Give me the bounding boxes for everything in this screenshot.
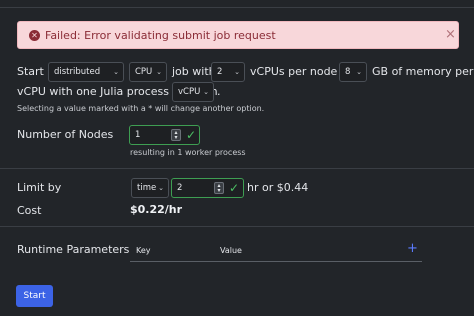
chevron-down-icon: ⌄ xyxy=(113,68,119,76)
memory-select[interactable]: 8 ⌄ xyxy=(339,62,367,82)
limit-input-value: 2 xyxy=(177,183,183,193)
process-unit-value: vCPU xyxy=(178,87,201,97)
spinner-arrows-icon[interactable]: ▴ ▾ xyxy=(214,182,224,194)
device-select[interactable]: CPU ⌄ xyxy=(129,62,167,82)
cost-label: Cost xyxy=(17,204,42,217)
add-parameter-icon[interactable]: + xyxy=(407,241,418,256)
chevron-down-icon: ⌄ xyxy=(234,68,240,76)
limit-suffix: hr or $0.44 xyxy=(247,181,309,194)
alert-message: Failed: Error validating submit job requ… xyxy=(45,29,276,42)
chevron-down-icon: ⌄ xyxy=(203,88,209,96)
cost-value: $0.22/hr xyxy=(130,203,183,216)
nodes-input[interactable]: 1 ▴ ▾ ✓ xyxy=(129,125,200,145)
runtime-label: Runtime Parameters xyxy=(17,243,130,256)
job-with-text: job with xyxy=(172,65,216,78)
hint-text: Selecting a value marked with a * will c… xyxy=(17,104,265,113)
vcpus-select-value: 2 xyxy=(217,67,223,77)
error-alert: ✕ Failed: Error validating submit job re… xyxy=(17,21,459,49)
memory-select-value: 8 xyxy=(345,67,351,77)
limit-type-value: time xyxy=(137,183,157,193)
mode-select-value: distributed xyxy=(54,67,101,77)
chevron-down-icon: ⌄ xyxy=(158,184,164,192)
runtime-params-table: Key Value + xyxy=(130,238,422,262)
device-select-value: CPU xyxy=(135,67,153,77)
vcpus-select[interactable]: 2 ⌄ xyxy=(211,62,245,82)
column-header-key: Key xyxy=(136,246,151,255)
column-header-value: Value xyxy=(220,246,242,255)
section-divider xyxy=(0,168,474,169)
start-button[interactable]: Start xyxy=(16,285,53,307)
chevron-down-icon: ⌄ xyxy=(156,68,162,76)
process-unit-select[interactable]: vCPU ⌄ xyxy=(172,82,214,102)
nodes-note: resulting in 1 worker process xyxy=(130,148,246,157)
x-circle-icon: ✕ xyxy=(29,30,40,41)
spinner-arrows-icon[interactable]: ▴ ▾ xyxy=(171,129,181,141)
check-icon: ✓ xyxy=(186,128,197,142)
period-text: . xyxy=(217,85,221,98)
nodes-label: Number of Nodes xyxy=(17,128,114,141)
limit-type-select[interactable]: time ⌄ xyxy=(131,178,169,198)
nodes-input-value: 1 xyxy=(135,130,141,140)
memory-suffix-text: GB of memory per xyxy=(372,65,474,78)
limit-input[interactable]: 2 ▴ ▾ ✓ xyxy=(171,178,244,198)
mode-select[interactable]: distributed ⌄ xyxy=(48,62,124,82)
check-icon: ✓ xyxy=(229,181,240,195)
close-alert-icon[interactable]: × xyxy=(445,27,456,42)
section-divider xyxy=(0,226,474,227)
limit-label: Limit by xyxy=(17,181,62,194)
chevron-down-icon: ⌄ xyxy=(356,68,362,76)
top-divider xyxy=(0,7,474,8)
